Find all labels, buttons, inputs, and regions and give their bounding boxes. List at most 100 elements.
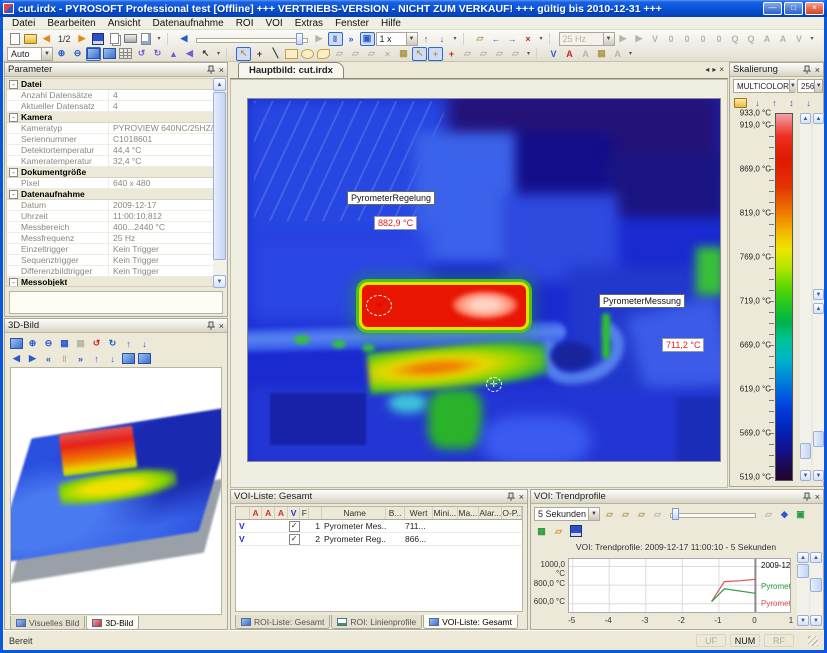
flip-horizontal-icon[interactable]: ◀ bbox=[182, 47, 197, 61]
trigger-icon[interactable]: V bbox=[648, 32, 663, 46]
voi-alarm-icon[interactable]: V bbox=[792, 32, 807, 46]
roi-move-icon[interactable]: + bbox=[428, 47, 443, 61]
rotate-icon[interactable]: ↻ bbox=[105, 337, 120, 351]
voi-column-header[interactable]: Mini... bbox=[433, 507, 457, 519]
voi-column-header[interactable]: F bbox=[300, 507, 309, 519]
roi-rectangle-icon[interactable] bbox=[284, 47, 299, 61]
flip-vertical-icon[interactable]: ▲ bbox=[166, 47, 181, 61]
voi-list-panel-title[interactable]: VOI-Liste: Gesamt × bbox=[231, 490, 527, 504]
scrollbar-thumb[interactable] bbox=[800, 443, 811, 459]
trend-slider-thumb[interactable] bbox=[672, 508, 679, 520]
pause-icon[interactable]: ‖ bbox=[57, 352, 72, 366]
tab-scroll-left-icon[interactable]: ◂ bbox=[705, 65, 709, 74]
pin-icon[interactable] bbox=[206, 321, 216, 331]
zoom-out-icon[interactable]: ⊖ bbox=[41, 337, 56, 351]
trend-scrollbar-1[interactable]: ▲ ▼ bbox=[797, 552, 809, 626]
palette-combobox[interactable]: MULTICOLOR▼ bbox=[733, 79, 795, 93]
voi-visible-checkbox[interactable] bbox=[288, 521, 301, 532]
toolbar-overflow-icon[interactable]: ▾ bbox=[808, 32, 817, 46]
snapshot-icon[interactable] bbox=[121, 352, 136, 366]
grid-on-icon[interactable]: ▦ bbox=[57, 337, 72, 351]
parameter-row[interactable]: -Dokumentgröße bbox=[7, 167, 213, 178]
trend-panel-title[interactable]: VOI: Trendprofile × bbox=[531, 490, 823, 504]
new-file-icon[interactable] bbox=[7, 32, 22, 46]
first-frame-icon[interactable]: ◀ bbox=[177, 32, 192, 46]
tilt-up-icon[interactable]: ↑ bbox=[121, 337, 136, 351]
roi-paste-icon[interactable]: ▱ bbox=[348, 47, 363, 61]
group-expander[interactable]: - bbox=[9, 113, 18, 122]
scroll-down-icon[interactable]: ▼ bbox=[813, 470, 824, 481]
maximize-button[interactable]: □ bbox=[784, 2, 803, 15]
close-icon[interactable]: × bbox=[519, 492, 524, 502]
start-measure-icon[interactable]: ▶ bbox=[616, 32, 631, 46]
scroll-up-icon[interactable]: ▲ bbox=[810, 552, 822, 563]
voi-table-row[interactable]: V2Pyrometer Reg...866... bbox=[236, 533, 522, 546]
quality-icon[interactable]: Q bbox=[728, 32, 743, 46]
zoom-out-icon[interactable]: ⊖ bbox=[70, 47, 85, 61]
thermal-label-regelung[interactable]: PyrometerRegelung bbox=[347, 191, 435, 205]
minimize-button[interactable]: — bbox=[763, 2, 782, 15]
pause-icon[interactable]: ‖ bbox=[328, 32, 343, 46]
scale-auto-icon[interactable]: ↕ bbox=[784, 96, 799, 110]
voi-column-header[interactable] bbox=[309, 507, 322, 519]
parameter-row[interactable]: Anzahl Datensätze4 bbox=[7, 90, 213, 101]
pin-icon[interactable] bbox=[506, 492, 516, 502]
menu-item[interactable]: ROI bbox=[231, 18, 259, 29]
menu-item[interactable]: Ansicht bbox=[103, 18, 146, 29]
close-button[interactable]: × bbox=[805, 2, 824, 15]
voi-column-header[interactable]: B... bbox=[386, 507, 405, 519]
fast-forward-icon[interactable]: » bbox=[344, 32, 359, 46]
rotate-reset-icon[interactable]: ↺ bbox=[89, 337, 104, 351]
tab-3d-bild[interactable]: 3D-Bild bbox=[86, 616, 139, 630]
tilt-down-icon[interactable]: ↓ bbox=[137, 337, 152, 351]
trend-export-icon[interactable]: ▱ bbox=[634, 507, 649, 521]
chevron-down-icon[interactable]: ▼ bbox=[814, 80, 822, 92]
scroll-down-icon[interactable]: ▼ bbox=[800, 470, 811, 481]
pin-icon[interactable] bbox=[206, 65, 216, 75]
trend-zoom-icon[interactable]: ▱ bbox=[761, 507, 776, 521]
menu-item[interactable]: Fenster bbox=[330, 18, 374, 29]
open-file-icon[interactable] bbox=[23, 32, 38, 46]
parameter-row[interactable]: -Datei bbox=[7, 79, 213, 90]
play-icon[interactable]: ▶ bbox=[25, 352, 40, 366]
parameter-row[interactable]: SequenztriggerKein Trigger bbox=[7, 255, 213, 266]
parameter-row[interactable]: DifferenzbildtriggerKein Trigger bbox=[7, 266, 213, 277]
voi-column-header[interactable]: Ma... bbox=[458, 507, 479, 519]
group-expander[interactable]: - bbox=[9, 168, 18, 177]
menu-item[interactable]: Datei bbox=[7, 18, 40, 29]
zoom-fit-icon[interactable] bbox=[86, 47, 101, 61]
parameter-row[interactable]: Pixel640 x 480 bbox=[7, 178, 213, 189]
scale-max-scrollbar[interactable]: ▲ ▼ ▲ ▼ bbox=[813, 113, 824, 481]
scroll-down-icon[interactable]: ▼ bbox=[813, 289, 824, 300]
scale-min-scrollbar[interactable]: ▲ ▼ bbox=[800, 113, 811, 481]
roi-table-icon[interactable]: ▦ bbox=[396, 47, 411, 61]
redo-view-icon[interactable]: → bbox=[505, 32, 520, 46]
trend-plot[interactable]: 2009-12-17 Pyrometer M Pyrometer R bbox=[568, 558, 791, 613]
zero-single-icon[interactable]: 0 bbox=[664, 32, 679, 46]
auto-label-icon[interactable]: A bbox=[578, 47, 593, 61]
trend-marker-icon[interactable]: ◆ bbox=[777, 507, 792, 521]
tab-voi-liste[interactable]: VOI-Liste: Gesamt bbox=[423, 615, 518, 629]
parameter-row[interactable]: Messfrequenz25 Hz bbox=[7, 233, 213, 244]
scale-max-down-icon[interactable]: ↓ bbox=[801, 96, 816, 110]
grid-off-icon[interactable]: ▦ bbox=[73, 337, 88, 351]
text-label-icon[interactable]: A bbox=[562, 47, 577, 61]
voi-column-header[interactable] bbox=[236, 507, 250, 519]
next-document-icon[interactable]: ▶ bbox=[75, 32, 90, 46]
roi-edit-points-icon[interactable]: ↖ bbox=[412, 47, 427, 61]
parameter-panel-title[interactable]: Parameter × bbox=[5, 63, 227, 77]
fast-forward-icon[interactable]: » bbox=[73, 352, 88, 366]
parameter-row[interactable]: -Kamera bbox=[7, 112, 213, 123]
voi-column-header[interactable]: V bbox=[288, 507, 301, 519]
chevron-down-icon[interactable]: ▼ bbox=[406, 33, 417, 45]
chevron-down-icon[interactable]: ▼ bbox=[588, 508, 599, 520]
roi-line-icon[interactable]: ╲ bbox=[268, 47, 283, 61]
menu-item[interactable]: Hilfe bbox=[376, 18, 406, 29]
close-icon[interactable]: × bbox=[815, 65, 820, 75]
voi-column-header[interactable]: IO-P... bbox=[502, 507, 522, 519]
resize-grip[interactable] bbox=[808, 636, 818, 646]
menu-item[interactable]: Datenaufnahme bbox=[148, 18, 229, 29]
parameter-row[interactable]: -Datenaufnahme bbox=[7, 189, 213, 200]
scroll-down-icon[interactable]: ▼ bbox=[797, 615, 809, 626]
print-icon[interactable] bbox=[123, 32, 138, 46]
